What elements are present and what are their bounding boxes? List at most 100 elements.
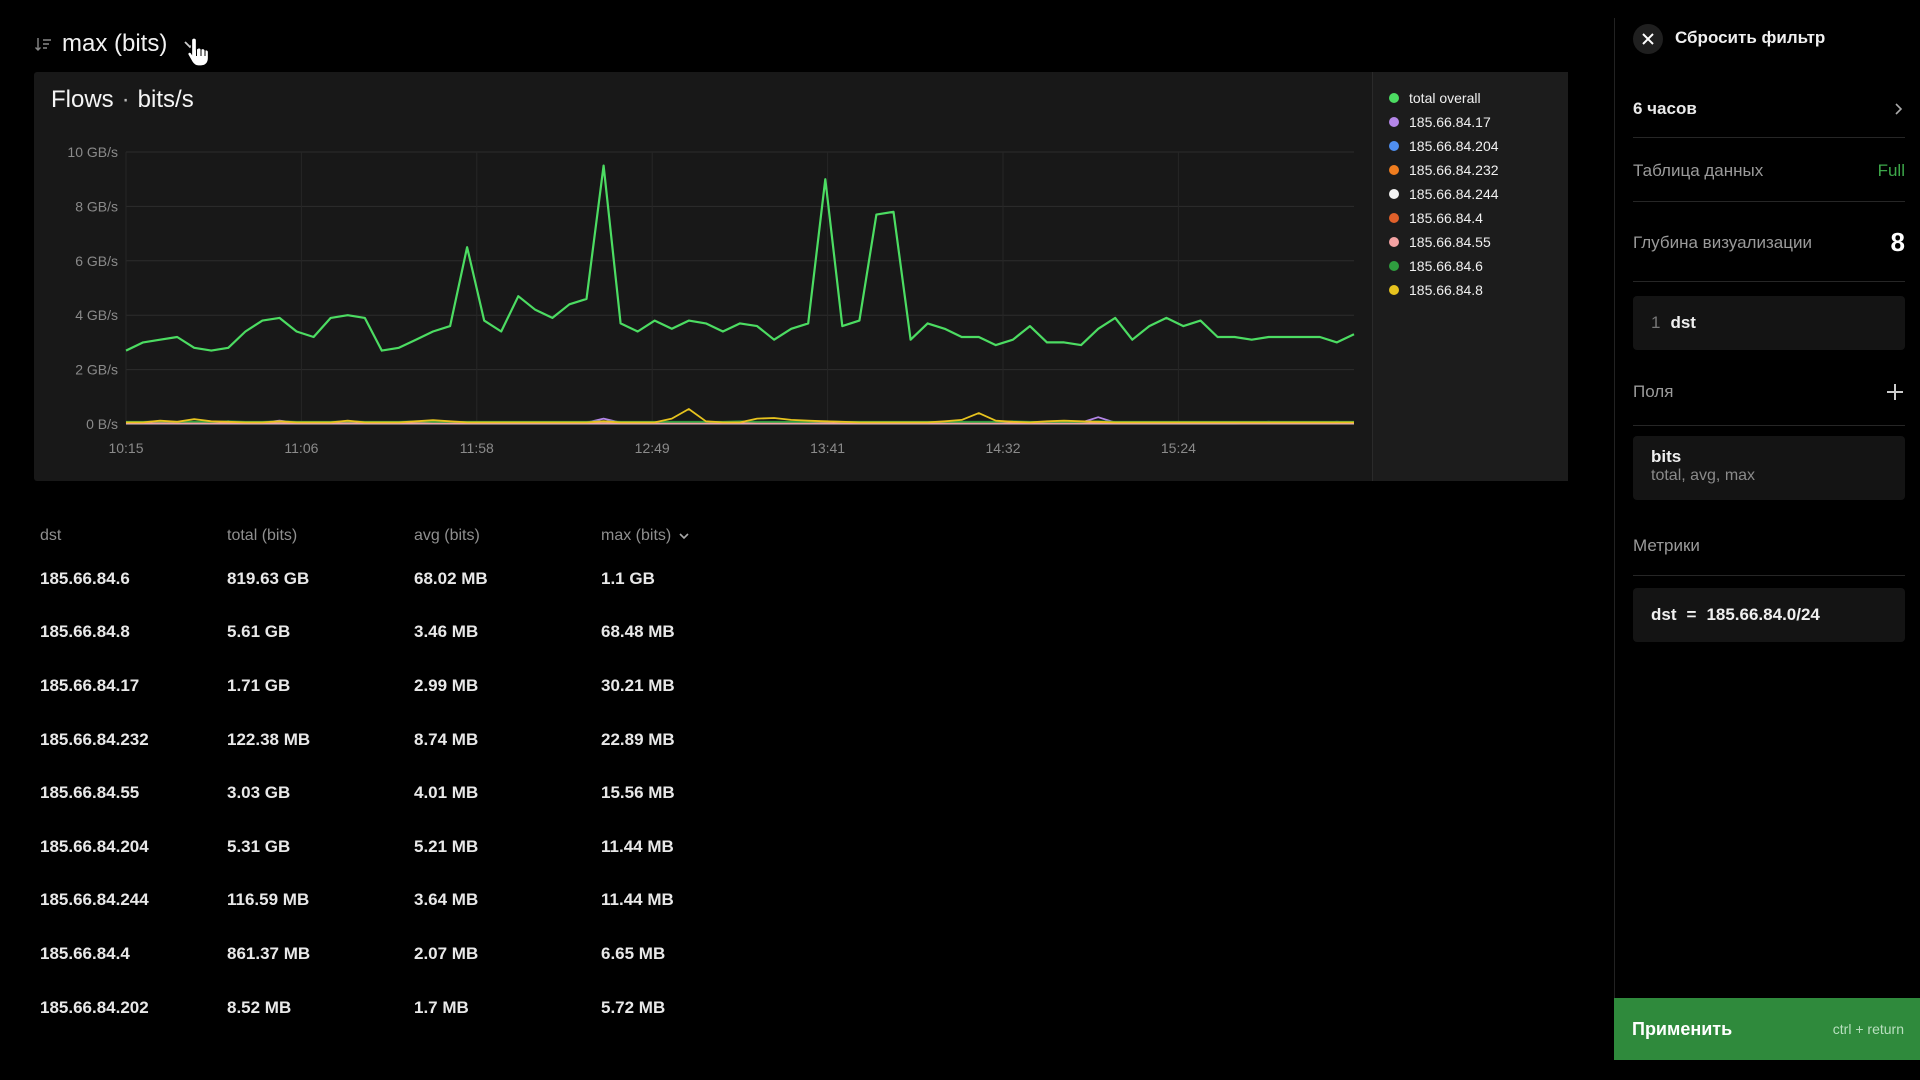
- flows-line-chart: 0 B/s 2 GB/s 4 GB/s 6 GB/s 8 GB/s 10 GB/s 10:1…: [67, 144, 1355, 456]
- table-cell: 3.46 MB: [414, 622, 479, 642]
- table-cell: 5.61 GB: [227, 622, 291, 642]
- table-row[interactable]: 185.66.84.204 5.31 GB 5.21 MB 11.44 MB: [40, 820, 760, 874]
- data-table-label: Таблица данных: [1633, 160, 1764, 180]
- chevron-down-icon: [679, 533, 689, 540]
- header: max (bits): [34, 24, 199, 64]
- chart-title-text: Flows: [51, 86, 114, 113]
- legend-label: 185.66.84.4: [1409, 210, 1483, 226]
- data-table-value[interactable]: Full: [1878, 161, 1905, 181]
- sort-desc-icon[interactable]: [34, 35, 52, 53]
- table-row[interactable]: 185.66.84.232 122.38 MB 8.74 MB 22.89 MB: [40, 713, 760, 767]
- x-tick-label: 13:41: [810, 440, 845, 456]
- plus-icon[interactable]: [1885, 382, 1905, 402]
- y-tick-label: 6 GB/s: [75, 253, 118, 269]
- filter-sidebar: Сбросить фильтр 6 часов Таблица данных F…: [1614, 18, 1920, 1060]
- table-cell: 122.38 MB: [227, 729, 311, 749]
- period-label: 6 часов: [1633, 98, 1697, 118]
- table-row[interactable]: 185.66.84.244 116.59 MB 3.64 MB 11.44 MB: [40, 874, 760, 928]
- table-row[interactable]: 185.66.84.6 819.63 GB 68.02 MB 1.1 GB: [40, 552, 760, 606]
- legend-item[interactable]: 185.66.84.8: [1389, 278, 1568, 302]
- group-field: dst: [1670, 313, 1696, 332]
- data-table-row[interactable]: Таблица данных Full: [1633, 140, 1905, 202]
- x-tick-label: 11:58: [460, 440, 494, 456]
- legend-swatch: [1389, 165, 1399, 175]
- table-row[interactable]: 185.66.84.202 8.52 MB 1.7 MB 5.72 MB: [40, 981, 760, 1035]
- table-row[interactable]: 185.66.84.8 5.61 GB 3.46 MB 68.48 MB: [40, 606, 760, 660]
- reset-filter-label[interactable]: Сбросить фильтр: [1675, 28, 1825, 48]
- x-tick-label: 11:06: [284, 440, 318, 456]
- group-index: 1: [1651, 313, 1661, 332]
- reset-filter-button[interactable]: [1633, 24, 1663, 54]
- table-cell: 5.72 MB: [601, 997, 666, 1017]
- x-tick-label: 14:32: [985, 440, 1020, 456]
- field-name: bits: [1651, 447, 1682, 466]
- legend-swatch: [1389, 93, 1399, 103]
- table-cell: 185.66.84.232: [40, 729, 149, 749]
- legend-item[interactable]: 185.66.84.232: [1389, 158, 1568, 182]
- fields-row: Поля: [1633, 358, 1905, 426]
- field-aggregations: total, avg, max: [1651, 467, 1756, 484]
- legend-item[interactable]: 185.66.84.6: [1389, 254, 1568, 278]
- chart-legend: total overall 185.66.84.17 185.66.84.204 18…: [1372, 72, 1568, 481]
- table-cell: 185.66.84.6: [40, 568, 130, 588]
- table-cell: 1.7 MB: [414, 997, 469, 1017]
- legend-item[interactable]: 185.66.84.204: [1389, 134, 1568, 158]
- legend-label: 185.66.84.8: [1409, 282, 1483, 298]
- series-line: [125, 164, 1355, 352]
- filter-operator: =: [1686, 605, 1697, 624]
- filter-value: 185.66.84.0/24: [1706, 605, 1820, 624]
- depth-value[interactable]: 8: [1891, 227, 1905, 258]
- legend-item[interactable]: 185.66.84.244: [1389, 182, 1568, 206]
- table-cell: 8.74 MB: [414, 729, 479, 749]
- table-cell: 185.66.84.8: [40, 622, 130, 642]
- apply-button[interactable]: Применить ctrl + return: [1614, 998, 1920, 1060]
- visualization-depth-row[interactable]: Глубина визуализации 8: [1633, 204, 1905, 282]
- y-tick-label: 2 GB/s: [75, 362, 118, 378]
- table-row[interactable]: 185.66.84.55 3.03 GB 4.01 MB 15.56 MB: [40, 766, 760, 820]
- legend-item[interactable]: 185.66.84.4: [1389, 206, 1568, 230]
- legend-item[interactable]: 185.66.84.55: [1389, 230, 1568, 254]
- column-header-dst[interactable]: dst: [40, 527, 227, 545]
- field-item-bits[interactable]: bits total, avg, max: [1633, 436, 1905, 500]
- x-tick-label: 15:24: [1161, 440, 1196, 456]
- y-tick-label: 10 GB/s: [67, 144, 118, 160]
- table-cell: 15.56 MB: [601, 783, 675, 803]
- apply-shortcut-hint: ctrl + return: [1832, 1021, 1904, 1037]
- table-cell: 185.66.84.55: [40, 783, 140, 803]
- table-cell: 3.64 MB: [414, 890, 479, 910]
- legend-swatch: [1389, 261, 1399, 271]
- legend-swatch: [1389, 285, 1399, 295]
- table-row[interactable]: 185.66.84.4 861.37 MB 2.07 MB 6.65 MB: [40, 927, 760, 981]
- legend-item[interactable]: total overall: [1389, 86, 1568, 110]
- table-body: 185.66.84.6 819.63 GB 68.02 MB 1.1 GB 185.66…: [40, 552, 760, 1034]
- column-header-max[interactable]: max (bits): [601, 527, 760, 545]
- chart-unit: bits/s: [137, 86, 194, 113]
- table-cell: 185.66.84.204: [40, 836, 149, 856]
- table-cell: 5.31 GB: [227, 836, 291, 856]
- legend-item[interactable]: 185.66.84.17: [1389, 110, 1568, 134]
- title-separator: ·: [121, 86, 130, 113]
- table-row[interactable]: 185.66.84.17 1.71 GB 2.99 MB 30.21 MB: [40, 659, 760, 713]
- legend-label: 185.66.84.55: [1409, 234, 1491, 250]
- table-cell: 3.03 GB: [227, 783, 291, 803]
- results-table: dst total (bits) avg (bits) max (bits) 1…: [40, 520, 760, 1034]
- column-header-label: max (bits): [601, 527, 672, 544]
- metrics-label: Метрики: [1633, 535, 1700, 555]
- column-header-label: total (bits): [227, 527, 298, 544]
- period-selector[interactable]: 6 часов: [1633, 80, 1905, 138]
- column-header-total[interactable]: total (bits): [227, 527, 414, 545]
- filter-expression[interactable]: dst = 185.66.84.0/24: [1633, 588, 1905, 642]
- table-cell: 11.44 MB: [601, 890, 674, 910]
- chart-panel: 0 B/s 2 GB/s 4 GB/s 6 GB/s 8 GB/s 10 GB/s 10:1…: [34, 72, 1568, 481]
- legend-swatch: [1389, 213, 1399, 223]
- table-cell: 22.89 MB: [601, 729, 675, 749]
- column-header-avg[interactable]: avg (bits): [414, 527, 601, 545]
- metrics-row: Метрики: [1633, 516, 1905, 576]
- legend-swatch: [1389, 141, 1399, 151]
- fields-label: Поля: [1633, 381, 1674, 401]
- group-by-item[interactable]: 1 dst: [1633, 296, 1905, 350]
- table-cell: 185.66.84.17: [40, 675, 140, 695]
- legend-label: 185.66.84.232: [1409, 162, 1499, 178]
- legend-label: 185.66.84.17: [1409, 114, 1491, 130]
- metric-selector[interactable]: max (bits): [62, 30, 167, 58]
